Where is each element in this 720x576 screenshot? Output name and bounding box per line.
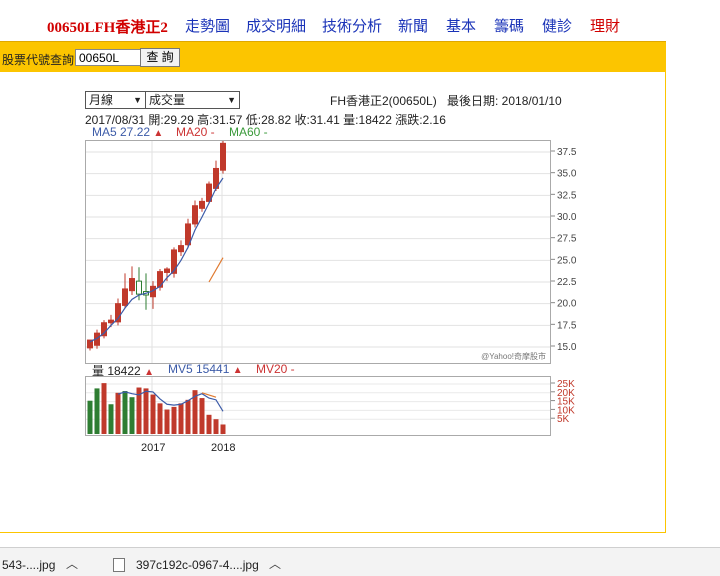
candle-body xyxy=(220,142,226,171)
up-triangle-icon: ▲ xyxy=(232,365,243,376)
indicator-select-value: 成交量 xyxy=(149,93,186,107)
volume-bar xyxy=(220,424,226,434)
volume-tick-label: 5K xyxy=(557,414,570,425)
volume-bar xyxy=(101,383,107,434)
search-bar: 股票代號查詢 查 詢 xyxy=(0,41,666,72)
period-select-value: 月線 xyxy=(89,93,114,107)
volume-bar xyxy=(199,398,205,434)
nav-link-trend[interactable]: 走勢圖 xyxy=(185,15,230,36)
price-tick-label: 30.0 xyxy=(557,212,577,223)
x-tick-2018: 2018 xyxy=(211,442,236,454)
download-item-2-name[interactable]: 397c192c-0967-4....jpg xyxy=(136,558,259,572)
stock-title: 00650LFH香港正2 xyxy=(47,20,168,36)
volume-bar xyxy=(213,419,219,434)
file-icon xyxy=(113,558,125,572)
candle-body xyxy=(129,278,135,292)
nav-link-chips[interactable]: 籌碼 xyxy=(494,15,524,36)
mv5-legend: MV5 15441 ▲ xyxy=(168,362,243,376)
volume-bar xyxy=(129,397,135,434)
volume-chart-svg xyxy=(86,377,550,435)
volume-bar xyxy=(87,400,93,434)
ma60-legend: MA60 - xyxy=(229,125,268,139)
volume-bar xyxy=(143,388,149,434)
volume-bar xyxy=(157,403,163,434)
stock-code-input[interactable] xyxy=(75,49,141,66)
stock-name: FH香港正2(00650L) xyxy=(330,94,437,108)
volume-axis: 25K20K15K10K5K xyxy=(551,379,575,425)
volume-bar xyxy=(108,404,114,434)
period-select[interactable]: 月線 ▼ xyxy=(85,91,146,109)
nav-link-trade-details[interactable]: 成交明細 xyxy=(246,15,306,36)
chevron-up-icon[interactable]: ︿ xyxy=(66,555,78,572)
price-tick-label: 17.5 xyxy=(557,320,577,331)
volume-bar xyxy=(94,388,100,434)
candle-body xyxy=(136,280,142,295)
price-tick-label: 37.5 xyxy=(557,147,577,158)
candle-body xyxy=(178,245,184,253)
chart-panel: 月線 ▼ 成交量 ▼ FH香港正2(00650L) 最後日期: 2018/01/… xyxy=(0,72,666,533)
candle-body xyxy=(122,288,128,306)
volume-chart xyxy=(85,376,551,436)
nav-link-technical-analysis[interactable]: 技術分析 xyxy=(322,15,382,36)
price-tick-label: 32.5 xyxy=(557,190,577,201)
ma5-legend: MA5 27.22 ▲ xyxy=(92,125,163,139)
indicator-select[interactable]: 成交量 ▼ xyxy=(145,91,240,109)
volume-bar xyxy=(122,391,128,434)
candle-body xyxy=(199,200,205,209)
candle-body xyxy=(192,205,198,225)
mv20-legend: MV20 - xyxy=(256,362,295,376)
volume-bar xyxy=(185,399,191,434)
top-nav: 00650LFH香港正2 走勢圖 成交明細 技術分析 新聞 基本 籌碼 健診 理… xyxy=(0,0,668,40)
price-chart-svg xyxy=(86,140,550,363)
x-tick-2017: 2017 xyxy=(141,442,166,454)
nav-link-fundamentals[interactable]: 基本 xyxy=(446,15,476,36)
ma20-line xyxy=(208,257,224,283)
nav-link-health-check[interactable]: 健診 xyxy=(542,15,572,36)
yahoo-watermark: @Yahoo!奇摩股市 xyxy=(481,352,546,361)
volume-bar xyxy=(115,392,121,434)
volume-bar xyxy=(164,409,170,434)
volume-bar xyxy=(206,414,212,434)
price-tick-label: 35.0 xyxy=(557,169,577,180)
price-tick-label: 22.5 xyxy=(557,277,577,288)
price-tick-label: 20.0 xyxy=(557,299,577,310)
up-triangle-icon: ▲ xyxy=(153,128,164,139)
volume-bar xyxy=(150,394,156,434)
download-item-1-name[interactable]: 543-....jpg xyxy=(2,558,55,572)
chevron-up-icon[interactable]: ︿ xyxy=(269,555,281,572)
download-bar: 543-....jpg ︿ 397c192c-0967-4....jpg ︿ xyxy=(0,547,720,576)
volume-bar xyxy=(171,406,177,434)
candle-body xyxy=(164,268,170,273)
chevron-down-icon: ▼ xyxy=(133,95,142,105)
chevron-down-icon: ▼ xyxy=(227,95,236,105)
price-tick-label: 15.0 xyxy=(557,342,577,353)
price-tick-label: 25.0 xyxy=(557,255,577,266)
nav-link-finance[interactable]: 理財 xyxy=(590,15,620,36)
nav-link-news[interactable]: 新聞 xyxy=(398,15,428,36)
last-date: 最後日期: 2018/01/10 xyxy=(447,94,562,108)
volume-bar xyxy=(178,403,184,434)
ma20-legend: MA20 - xyxy=(176,125,215,139)
candle-body xyxy=(108,319,114,324)
search-label: 股票代號查詢 xyxy=(2,53,75,67)
price-axis: 37.5 35.0 32.5 30.0 27.5 25.0 22.5 20.0 17.5 15.0 xyxy=(551,147,577,353)
ma5-label: MA5 27.22 xyxy=(92,125,151,139)
mv5-label: MV5 15441 xyxy=(168,362,230,376)
price-chart: @Yahoo!奇摩股市 xyxy=(85,140,551,364)
price-tick-label: 27.5 xyxy=(557,234,577,245)
query-button[interactable]: 查 詢 xyxy=(140,48,180,67)
